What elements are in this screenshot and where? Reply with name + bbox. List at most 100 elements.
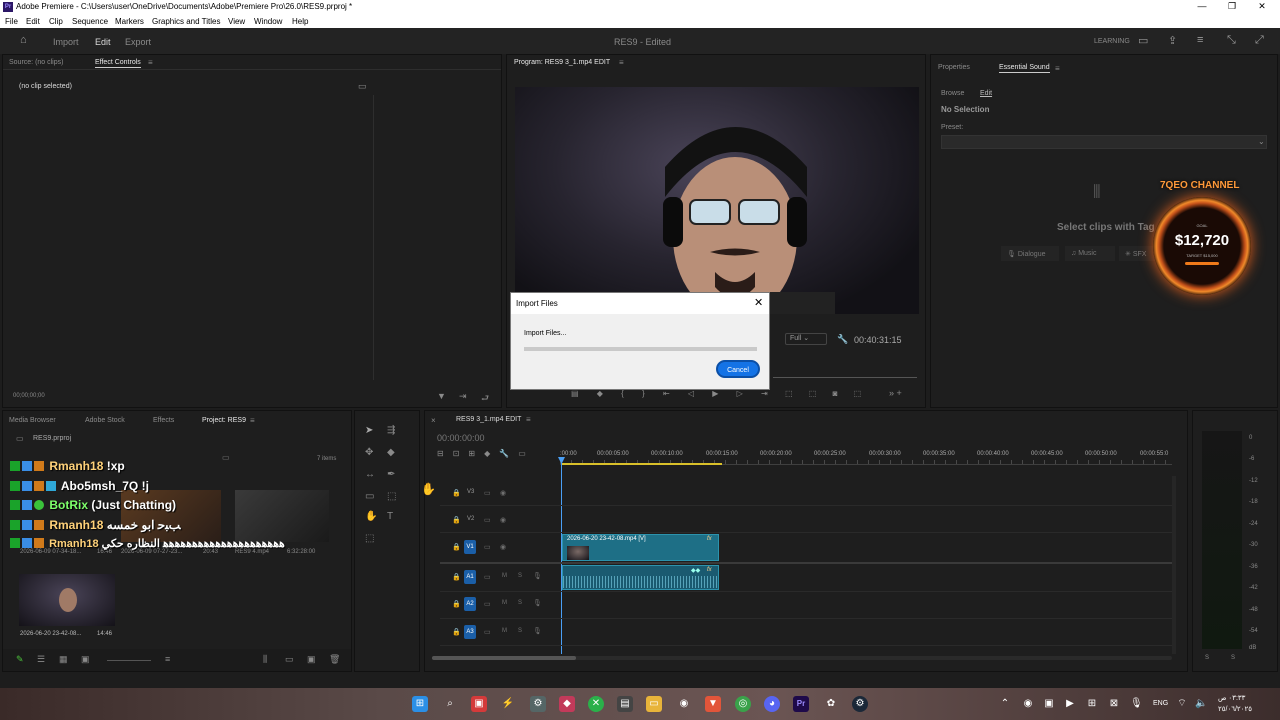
program-menu-icon[interactable]: ≡ bbox=[619, 58, 624, 67]
folder-icon[interactable]: ▭ bbox=[646, 696, 662, 712]
microphone-icon[interactable]: 🎙 bbox=[533, 599, 542, 607]
tray-app-icon[interactable]: ⊞ bbox=[1086, 696, 1098, 712]
new-bin-footer-icon[interactable]: ▭ bbox=[285, 654, 294, 665]
tray-play-icon[interactable]: ▶ bbox=[1064, 696, 1076, 712]
menu-window[interactable]: Window bbox=[254, 17, 282, 26]
program-video-frame[interactable] bbox=[515, 87, 919, 314]
timeline-vertical-scrollbar[interactable] bbox=[1172, 476, 1176, 654]
volume-icon[interactable]: 🔈 bbox=[1195, 696, 1207, 712]
slip-tool-icon[interactable]: ↔ bbox=[365, 469, 375, 480]
more-icon[interactable]: » + bbox=[889, 388, 902, 398]
tab-adobe-stock[interactable]: Adobe Stock bbox=[85, 417, 125, 424]
tray-app-icon[interactable]: ⊠ bbox=[1108, 696, 1120, 712]
close-tab-icon[interactable]: × bbox=[431, 416, 436, 425]
menu-view[interactable]: View bbox=[228, 17, 245, 26]
discord-icon[interactable]: ◕ bbox=[764, 696, 780, 712]
track-lock-icon[interactable]: 🔒 bbox=[452, 516, 461, 524]
sequence-menu-icon[interactable]: ≡ bbox=[526, 415, 531, 424]
automate-icon[interactable]: ⫼ bbox=[263, 654, 267, 665]
brave-icon[interactable]: ▼ bbox=[705, 696, 721, 712]
trash-icon[interactable]: 🗑 bbox=[329, 654, 340, 665]
track-a3[interactable]: A3 bbox=[464, 625, 476, 639]
hand-tool-icon[interactable]: ✋ bbox=[365, 511, 377, 522]
solo-button[interactable]: S bbox=[518, 600, 522, 606]
tray-mic-icon[interactable]: 🎙 bbox=[1130, 696, 1143, 712]
sequence-tab[interactable]: RES9 3_1.mp4 EDIT bbox=[456, 416, 521, 423]
filter-icon[interactable]: ▼ bbox=[437, 391, 446, 401]
tab-properties[interactable]: Properties bbox=[938, 64, 970, 71]
premiere-taskbar-icon[interactable]: Pr bbox=[793, 696, 809, 712]
clock-date[interactable]: ٢٥/٠٦/٢٠٢٥ bbox=[1218, 705, 1252, 713]
new-bin-icon[interactable]: ▭ bbox=[222, 453, 230, 462]
menu-markers[interactable]: Markers bbox=[115, 17, 144, 26]
mute-button[interactable]: M bbox=[502, 600, 507, 606]
sort-icon[interactable]: ≡ bbox=[165, 654, 170, 664]
razor-icon[interactable]: ◆ bbox=[387, 447, 395, 458]
track-select-icon[interactable]: ⇶ bbox=[387, 425, 395, 436]
chatgpt-icon[interactable]: ✿ bbox=[823, 696, 839, 712]
settings-icon[interactable]: ⚙ bbox=[530, 696, 546, 712]
work-area-bar[interactable] bbox=[562, 463, 722, 465]
lightning-app-icon[interactable]: ⚡ bbox=[500, 696, 516, 712]
track-a1[interactable]: A1 bbox=[464, 570, 476, 584]
maximize-button[interactable]: ❐ bbox=[1222, 1, 1242, 13]
track-lock-icon[interactable]: 🔒 bbox=[452, 600, 461, 608]
dialogue-button[interactable]: 🎙 Dialogue bbox=[1001, 246, 1059, 261]
microphone-icon[interactable]: 🎙 bbox=[533, 572, 542, 580]
panel-toggle-icon[interactable]: ▭ bbox=[358, 81, 367, 92]
clock-time[interactable]: ٠٣:٣٣ ص bbox=[1218, 694, 1245, 702]
caption-tool-icon[interactable]: ⬚ bbox=[365, 533, 374, 544]
menu-clip[interactable]: Clip bbox=[49, 17, 63, 26]
sync-icon[interactable]: ▭ bbox=[484, 573, 491, 581]
menu-sequence[interactable]: Sequence bbox=[72, 17, 108, 26]
workspace-export[interactable]: Export bbox=[125, 37, 151, 47]
wrench-icon[interactable]: 🔧 bbox=[837, 334, 848, 345]
timeline-horizontal-scrollbar[interactable] bbox=[432, 656, 1172, 660]
export-frame-icon[interactable]: ⇥ bbox=[459, 391, 467, 402]
menu-help[interactable]: Help bbox=[292, 17, 308, 26]
eye-icon[interactable]: ◉ bbox=[500, 489, 506, 497]
rectangle-tool-icon[interactable]: ▭ bbox=[365, 491, 374, 502]
tab-effects[interactable]: Effects bbox=[153, 417, 174, 424]
menu-file[interactable]: File bbox=[5, 17, 18, 26]
tab-essential-sound[interactable]: Essential Sound bbox=[999, 64, 1050, 73]
sync-icon[interactable]: ▭ bbox=[484, 628, 491, 636]
track-lock-icon[interactable]: 🔒 bbox=[452, 628, 461, 636]
fullscreen-icon[interactable]: ⤢ bbox=[1255, 34, 1264, 47]
project-menu-icon[interactable]: ≡ bbox=[250, 416, 255, 425]
tray-app-icon[interactable]: ▣ bbox=[1043, 696, 1055, 712]
language-indicator[interactable]: ENG bbox=[1153, 700, 1168, 707]
steam-icon[interactable]: ⚙ bbox=[852, 696, 868, 712]
ripple-edit-icon[interactable]: ✥ bbox=[365, 447, 373, 458]
track-v3[interactable]: V3 bbox=[467, 489, 474, 495]
tray-expand-icon[interactable]: ⌃ bbox=[1000, 696, 1010, 712]
sync-icon[interactable]: ▭ bbox=[484, 516, 491, 524]
panel-layout-icon[interactable]: ▭ bbox=[1138, 34, 1148, 47]
tray-app-icon[interactable]: ◉ bbox=[1022, 696, 1034, 712]
solo-button[interactable]: S bbox=[518, 628, 522, 634]
sync-icon[interactable]: ▭ bbox=[484, 543, 491, 551]
solo-left[interactable]: S bbox=[1205, 655, 1209, 661]
tab-menu-icon[interactable]: ≡ bbox=[148, 58, 153, 67]
track-lock-icon[interactable]: 🔒 bbox=[452, 489, 461, 497]
subtab-edit[interactable]: Edit bbox=[980, 90, 992, 97]
pencil-icon[interactable]: ✎ bbox=[16, 654, 24, 665]
type-tool-icon[interactable]: T bbox=[387, 511, 393, 522]
search-icon[interactable]: ⌕ bbox=[442, 696, 458, 712]
track-v2[interactable]: V2 bbox=[467, 516, 474, 522]
reset-icon[interactable]: ⮐ bbox=[481, 391, 489, 407]
workspace-edit[interactable]: Edit bbox=[95, 37, 111, 47]
icon-view-icon[interactable]: ▦ bbox=[59, 654, 68, 665]
chrome-icon[interactable]: ◎ bbox=[735, 696, 751, 712]
tab-source[interactable]: Source: (no clips) bbox=[9, 59, 63, 66]
minimize-button[interactable]: — bbox=[1192, 1, 1212, 13]
freeform-view-icon[interactable]: ▣ bbox=[81, 654, 90, 665]
track-lock-icon[interactable]: 🔒 bbox=[452, 573, 461, 581]
sync-icon[interactable]: ▭ bbox=[484, 600, 491, 608]
zoom-dropdown[interactable]: Full ⌄ bbox=[785, 333, 827, 345]
audio-clip[interactable]: ◆◆ fx bbox=[562, 565, 719, 590]
mute-button[interactable]: M bbox=[502, 628, 507, 634]
microphone-icon[interactable]: 🎙 bbox=[533, 627, 542, 635]
tab-effect-controls[interactable]: Effect Controls bbox=[95, 59, 141, 68]
selection-tool-icon[interactable]: ➤ bbox=[365, 425, 373, 436]
